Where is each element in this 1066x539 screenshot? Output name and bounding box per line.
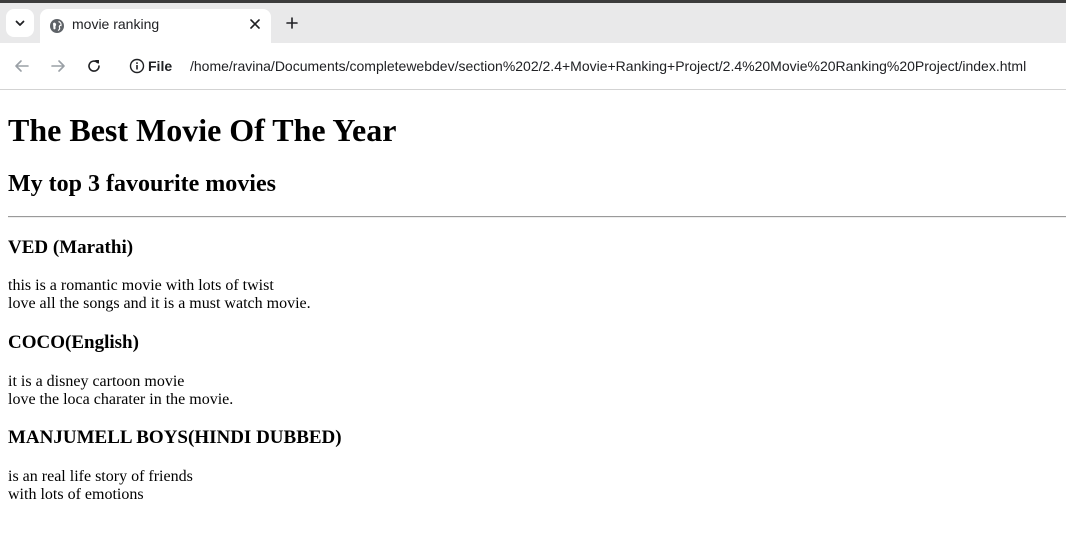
- page-subtitle: My top 3 favourite movies: [8, 171, 276, 197]
- info-icon[interactable]: [129, 58, 145, 74]
- new-tab-button[interactable]: [281, 12, 303, 34]
- page-content: The Best Movie Of The Year My top 3 favo…: [0, 90, 1066, 539]
- scheme-label: File: [148, 58, 173, 74]
- tab-title: movie ranking: [72, 16, 160, 32]
- address-bar[interactable]: File /home/ravina/Documents/completewebd…: [118, 49, 1066, 83]
- movie-desc-1-line2: love all the songs and it is a must watc…: [8, 295, 311, 312]
- browser-tab[interactable]: movie ranking: [40, 9, 271, 46]
- globe-icon: [50, 19, 64, 33]
- movie-desc-2-line2: love the loca charater in the movie.: [8, 391, 234, 408]
- movie-title-1: VED (Marathi): [8, 237, 134, 258]
- browser-toolbar: File /home/ravina/Documents/completewebd…: [0, 43, 1066, 90]
- tab-close-button[interactable]: [247, 16, 263, 32]
- movie-desc-1-line1: this is a romantic movie with lots of tw…: [8, 277, 274, 294]
- back-button[interactable]: [10, 54, 34, 78]
- url-text[interactable]: /home/ravina/Documents/completewebdev/se…: [190, 57, 1026, 75]
- plus-icon: [286, 17, 298, 29]
- arrow-left-icon: [15, 60, 29, 72]
- movie-desc-3-line2: with lots of emotions: [8, 486, 144, 503]
- horizontal-divider: [8, 216, 1066, 218]
- movie-title-2: COCO(English): [8, 332, 139, 353]
- movie-desc-3-line1: is an real life story of friends: [8, 468, 193, 485]
- reload-button[interactable]: [82, 54, 106, 78]
- movie-desc-2-line1: it is a disney cartoon movie: [8, 373, 185, 390]
- tab-search-button[interactable]: [6, 9, 34, 37]
- reload-icon: [88, 60, 100, 72]
- arrow-right-icon: [51, 60, 65, 72]
- close-icon: [250, 19, 260, 29]
- tab-strip: movie ranking: [0, 3, 1066, 46]
- movie-title-3: MANJUMELL BOYS(HINDI DUBBED): [8, 427, 342, 448]
- page-title: The Best Movie Of The Year: [8, 112, 397, 148]
- forward-button[interactable]: [46, 54, 70, 78]
- chevron-down-icon: [15, 20, 25, 26]
